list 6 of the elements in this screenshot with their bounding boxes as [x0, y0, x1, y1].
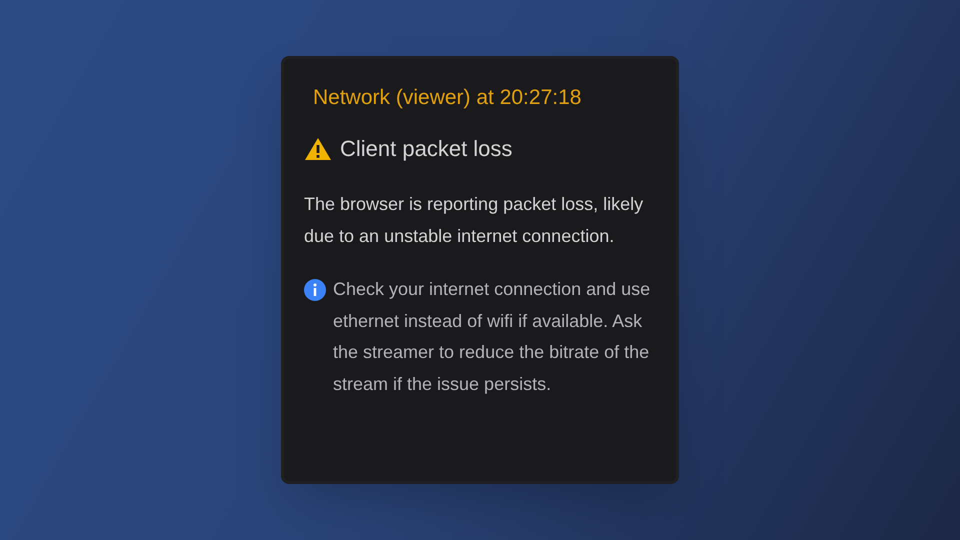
tip-text: Check your internet connection and use ethernet instead of wifi if available. Ask the streamer to reduce the bitrate of the stream if the issue persists. — [333, 278, 652, 396]
warning-icon — [304, 136, 332, 160]
info-icon — [304, 279, 326, 301]
alert-heading: Client packet loss — [340, 135, 512, 163]
alert-description: The browser is reporting packet loss, likely due to an unstable internet connection. — [304, 193, 644, 248]
popup-title: Network (viewer) at 20:27:18 — [312, 85, 582, 111]
